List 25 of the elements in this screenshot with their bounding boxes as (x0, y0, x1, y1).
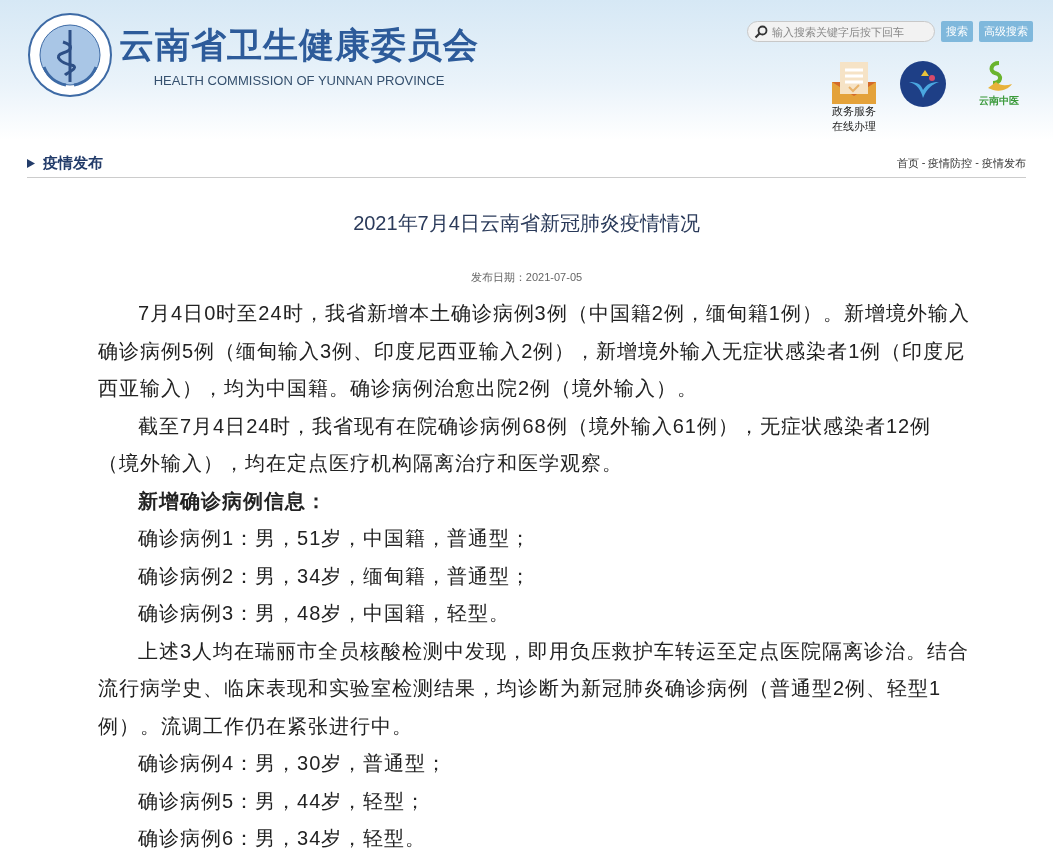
site-subtitle: HEALTH COMMISSION OF YUNNAN PROVINCE (153, 73, 445, 88)
breadcrumb-separator: - (975, 156, 979, 170)
paragraph: 截至7月4日24时，我省现有在院确诊病例68例（境外输入61例），无症状感染者12例（境外输入），均在定点医疗机构隔离治疗和医学观察。 (98, 413, 933, 476)
section-title: 疫情发布 (43, 154, 103, 173)
breadcrumb-link[interactable]: 疫情防控 (928, 156, 973, 171)
site-title: 云南省卫生健康委员会 (119, 24, 479, 66)
subheading: 新增确诊病例信息： (137, 488, 328, 514)
search-icon (754, 24, 768, 39)
search-field[interactable]: 输入搜索关键字后按下回车 (747, 21, 935, 42)
breadcrumb-link[interactable]: 首页 (896, 156, 919, 171)
paragraph: 7月4日0时至24时，我省新增本土确诊病例3例（中国籍2例，缅甸籍1例）。新增境外输入确诊病例5例（缅甸输入3例、印度尼西亚输入2例），新增境外输入无症状感染者1例（印度尼西亚输入），均为中国籍。确诊病例治愈出院2例（境外输入）。 (98, 301, 970, 401)
paragraph: 上述3人均在瑞丽市全员核酸检测中发现，即用负压救护车转运至定点医院隔离诊治。结合流行病学史、临床表现和实验室检测结果，均诊断为新冠肺炎确诊病例（普通型2例、轻型1例）。流调工作仍在紧张进行中。 (98, 638, 970, 739)
paragraph: 确诊病例5：男，44岁，轻型； (137, 788, 428, 814)
paragraph: 确诊病例2：男，34岁，缅甸籍，普通型； (137, 563, 533, 589)
bird-logo-icon[interactable] (899, 60, 947, 108)
triangle-icon (27, 159, 35, 168)
paragraph: 确诊病例4：男，30岁，普通型； (137, 751, 449, 776)
breadcrumb-link[interactable]: 疫情发布 (982, 156, 1026, 171)
article-title: 2021年7月4日云南省新冠肺炎疫情情况 (352, 211, 701, 236)
paragraph: 确诊病例6：男，34岁，轻型。 (137, 826, 428, 851)
breadcrumb-separator: - (921, 156, 926, 170)
service-link[interactable]: 政务服务 在线办理 (831, 60, 877, 134)
publish-date: 发布日期：2021-07-05 (469, 270, 584, 285)
paragraph: 确诊病例1：男，51岁，中国籍，普通型； (137, 526, 533, 551)
paragraph: 确诊病例3：男，48岁，中国籍，轻型。 (137, 601, 512, 626)
